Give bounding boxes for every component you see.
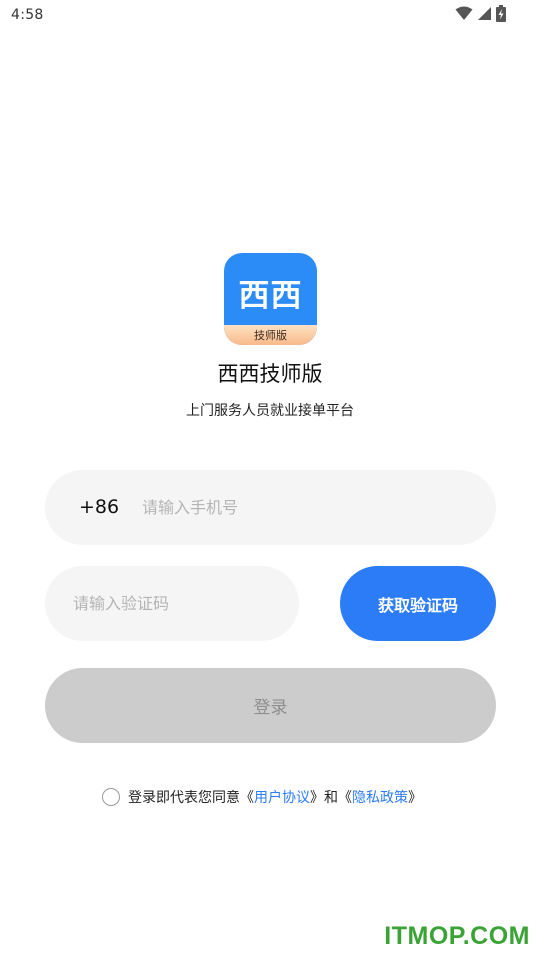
status-icons — [455, 5, 506, 22]
wifi-icon — [455, 6, 473, 21]
agreement-suffix: 》 — [408, 790, 422, 806]
agree-checkbox[interactable] — [102, 788, 120, 806]
agreement-prefix: 登录即代表您同意《 — [128, 790, 254, 806]
app-logo-badge: 技师版 — [224, 325, 317, 345]
get-code-button[interactable]: 获取验证码 — [340, 566, 496, 641]
country-code: +86 — [79, 496, 120, 518]
app-name: 西西技师版 — [217, 362, 323, 386]
phone-field: +86 — [45, 470, 496, 545]
agreement-middle: 》和《 — [310, 790, 352, 806]
user-agreement-link[interactable]: 用户协议 — [254, 787, 310, 807]
agreement-row: 登录即代表您同意《 用户协议 》和《 隐私政策 》 — [102, 786, 422, 808]
status-time: 4:58 — [11, 7, 44, 23]
app-logo-icon: 西西 技师版 — [224, 253, 317, 345]
watermark: ITMOP.COM — [384, 922, 530, 950]
verification-code-input[interactable] — [73, 566, 283, 641]
login-button[interactable]: 登录 — [45, 668, 496, 743]
verification-code-field — [45, 566, 299, 641]
status-bar: 4:58 — [0, 0, 540, 32]
app-logo-text: 西西 — [238, 277, 303, 314]
battery-charging-icon — [496, 5, 506, 22]
app-subtitle: 上门服务人员就业接单平台 — [186, 403, 354, 419]
phone-input[interactable] — [142, 470, 462, 545]
privacy-policy-link[interactable]: 隐私政策 — [352, 787, 408, 807]
cellular-signal-icon — [477, 6, 492, 21]
